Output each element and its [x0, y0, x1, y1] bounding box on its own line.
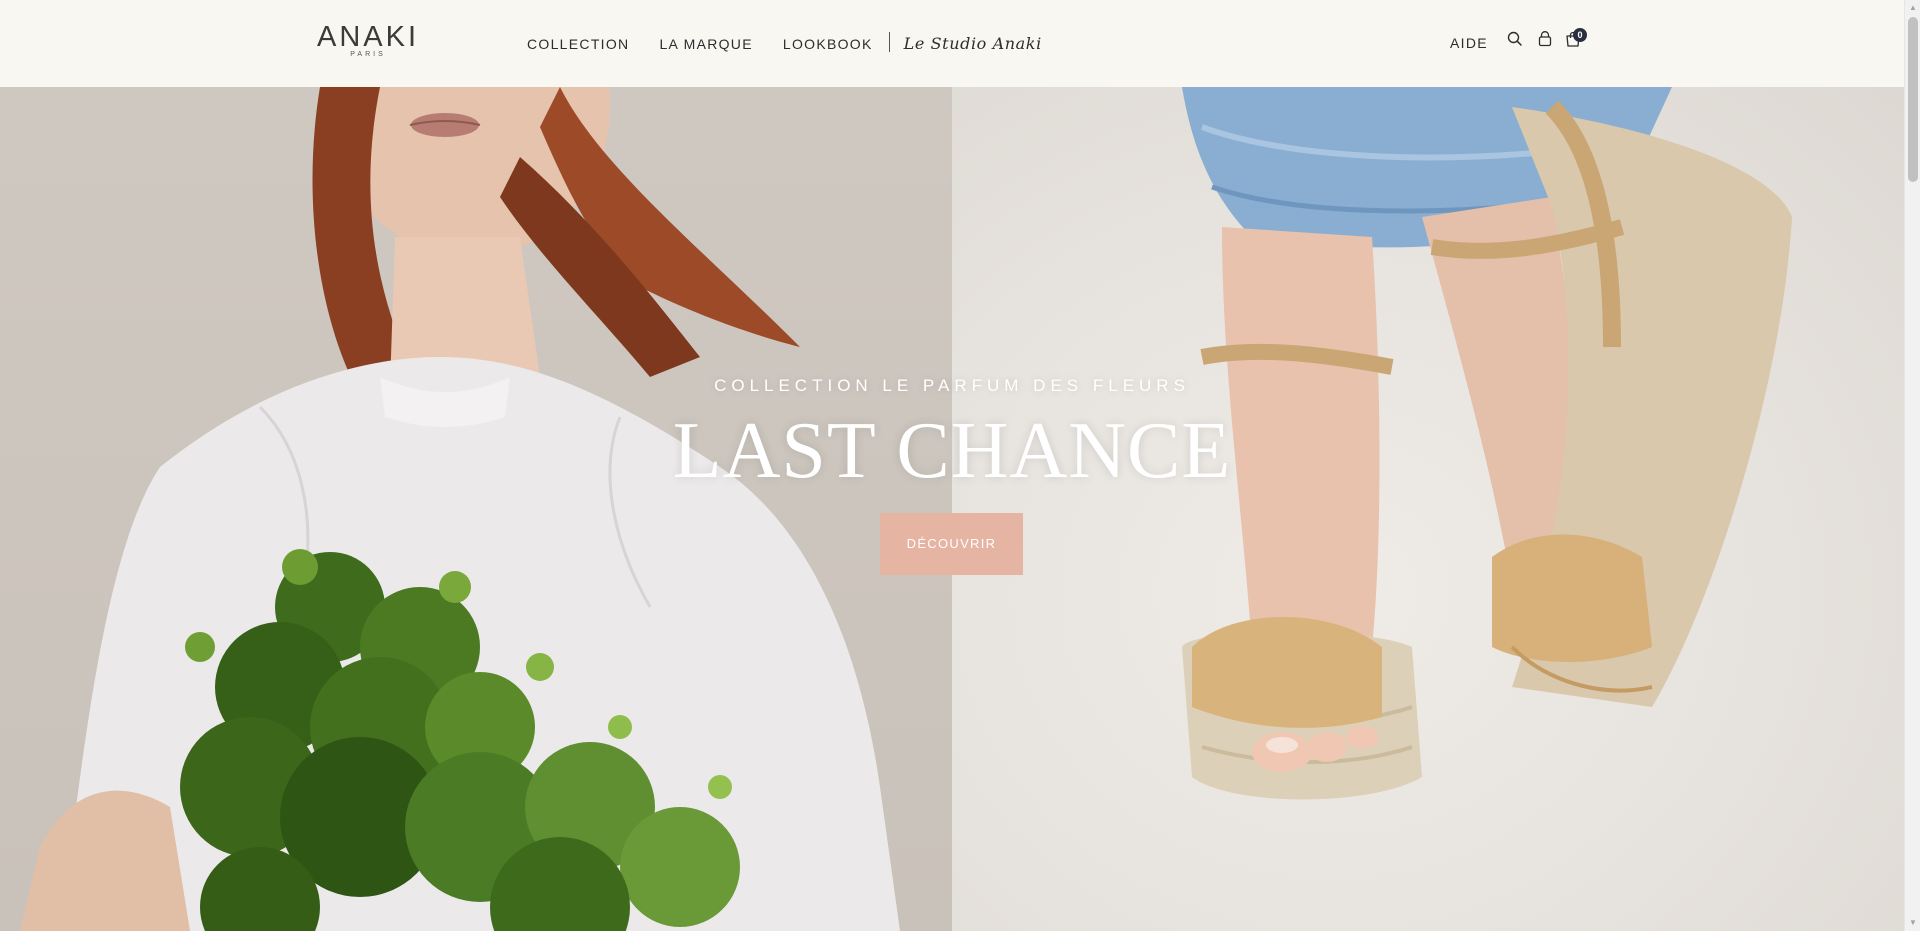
- hero-content: COLLECTION LE PARFUM DES FLEURS LAST CHA…: [0, 87, 1904, 931]
- nav-item-collection[interactable]: COLLECTION: [527, 35, 629, 52]
- cart-count-badge: 0: [1573, 28, 1587, 42]
- nav-divider: [888, 31, 890, 52]
- nav-item-lookbook[interactable]: LOOKBOOK: [783, 35, 873, 52]
- site-header: ANAKI PARIS COLLECTION LA MARQUE LOOKBOO…: [0, 0, 1904, 87]
- brand-logo[interactable]: ANAKI PARIS: [316, 22, 420, 58]
- main-nav: COLLECTION LA MARQUE LOOKBOOK Le Studio …: [527, 0, 1042, 87]
- nav-item-la-marque[interactable]: LA MARQUE: [659, 35, 752, 52]
- hero-banner: COLLECTION LE PARFUM DES FLEURS LAST CHA…: [0, 87, 1904, 931]
- scrollbar-thumb[interactable]: [1908, 17, 1918, 182]
- discover-button[interactable]: DÉCOUVRIR: [880, 513, 1023, 575]
- scroll-down-arrow-icon[interactable]: ▼: [1905, 915, 1920, 931]
- page-scrollbar[interactable]: ▲ ▼: [1904, 0, 1920, 931]
- nav-item-studio[interactable]: Le Studio Anaki: [904, 34, 1042, 53]
- logo-wordmark: ANAKI: [316, 21, 420, 53]
- account-icon[interactable]: [1536, 30, 1554, 48]
- hero-title: LAST CHANCE: [672, 407, 1232, 495]
- help-link[interactable]: AIDE: [1450, 35, 1488, 51]
- scroll-up-arrow-icon[interactable]: ▲: [1905, 0, 1920, 16]
- search-icon[interactable]: [1506, 30, 1524, 48]
- hero-kicker: COLLECTION LE PARFUM DES FLEURS: [714, 376, 1190, 395]
